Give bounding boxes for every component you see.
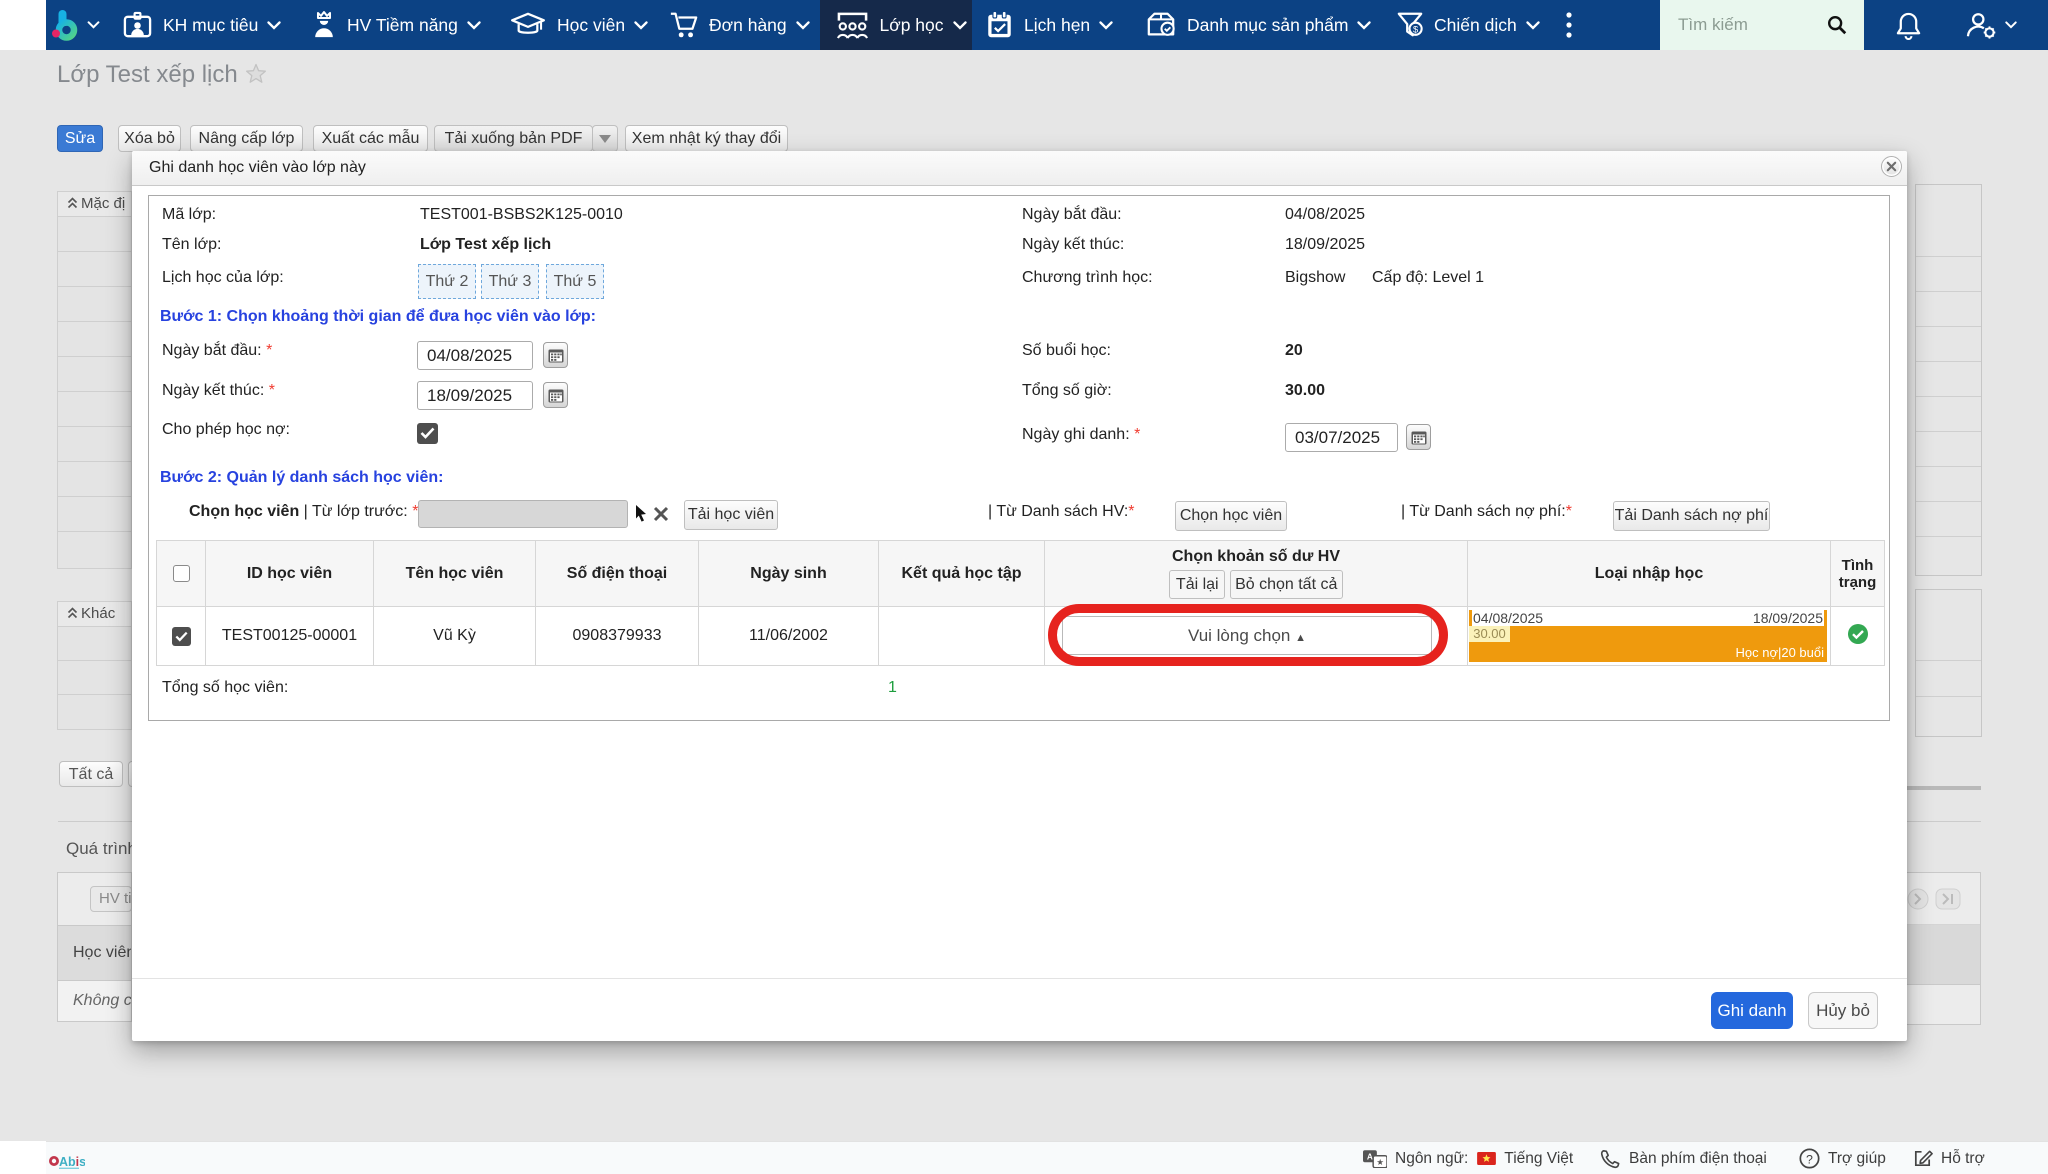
svg-text:?: ?	[1806, 1152, 1813, 1166]
svg-text:$: $	[1413, 24, 1419, 34]
svg-text:Abis: Abis	[59, 1155, 85, 1169]
svg-text:A: A	[1367, 1151, 1373, 1161]
svg-text:★: ★	[1376, 1157, 1383, 1167]
